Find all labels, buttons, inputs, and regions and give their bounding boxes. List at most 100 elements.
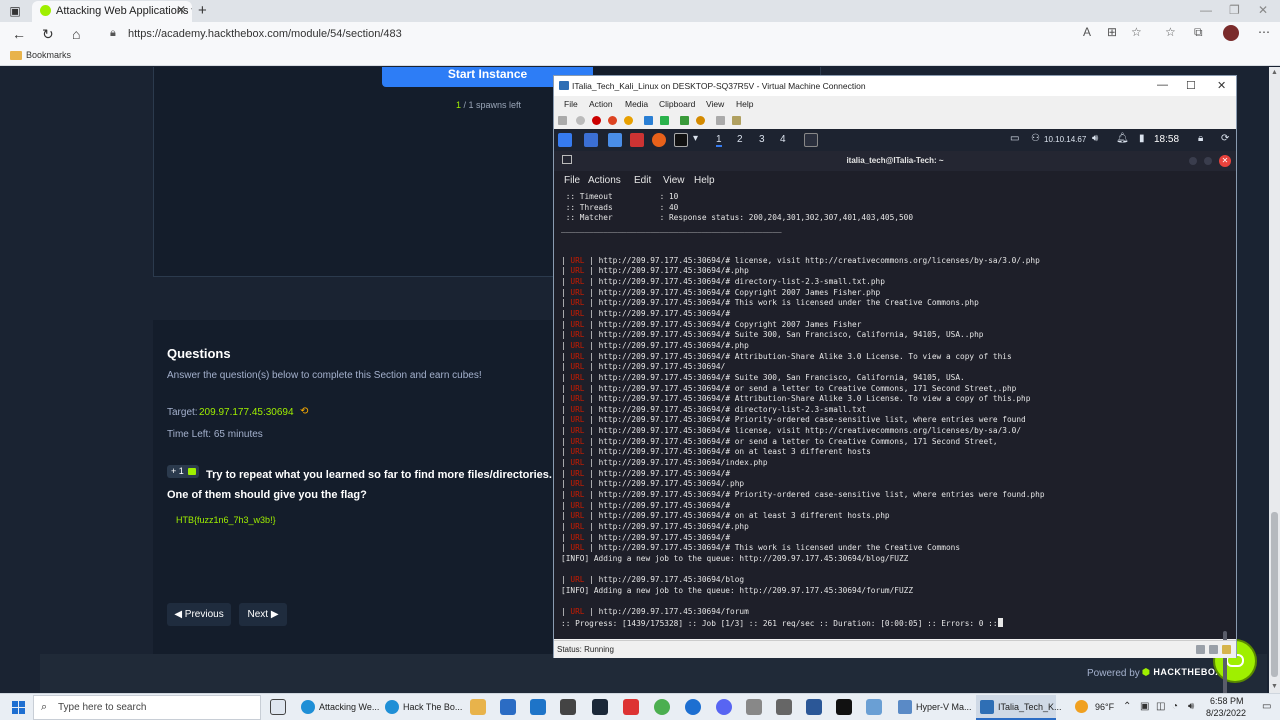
new-tab-icon[interactable]: + bbox=[198, 2, 207, 19]
turn-off-icon[interactable] bbox=[592, 116, 601, 125]
kali-menu-icon[interactable] bbox=[558, 133, 572, 147]
command-prompt-icon[interactable] bbox=[836, 699, 852, 715]
share-icon[interactable] bbox=[732, 116, 741, 125]
vm-menu-file[interactable]: File bbox=[564, 99, 578, 109]
terminal-window-icon[interactable] bbox=[804, 133, 818, 147]
mail-icon[interactable] bbox=[530, 699, 546, 715]
lock-screen-icon[interactable]: 🔒︎ bbox=[1198, 133, 1203, 144]
volume-icon[interactable]: 🔊︎ bbox=[1092, 133, 1098, 144]
terminal-minimize-icon[interactable] bbox=[1189, 157, 1197, 165]
windows-start-icon[interactable] bbox=[12, 701, 25, 714]
network-user-icon[interactable]: ⚇ bbox=[1031, 133, 1040, 144]
stop-icon[interactable] bbox=[576, 116, 585, 125]
store-icon[interactable] bbox=[500, 699, 516, 715]
app-icon[interactable] bbox=[560, 699, 576, 715]
show-hidden-icons[interactable]: ⌃ bbox=[1123, 701, 1131, 712]
remote-desktop-icon[interactable] bbox=[746, 699, 762, 715]
terminal-output[interactable]: :: Timeout : 10 :: Threads : 40 :: Match… bbox=[561, 192, 1221, 628]
display-icon[interactable]: ▭ bbox=[1010, 133, 1019, 144]
home-icon[interactable]: ⌂ bbox=[72, 26, 80, 42]
steam-icon[interactable] bbox=[592, 699, 608, 715]
notepad-icon[interactable] bbox=[866, 699, 882, 715]
back-icon[interactable]: ← bbox=[12, 26, 26, 42]
discord-icon[interactable] bbox=[716, 699, 732, 715]
reload-icon[interactable]: ↻ bbox=[42, 26, 54, 42]
text-editor-icon[interactable] bbox=[630, 133, 644, 147]
ctrl-alt-del-icon[interactable] bbox=[558, 116, 567, 125]
taskbar-app-vm[interactable]: ITalia_Tech_K... bbox=[976, 695, 1062, 720]
vm-menu-help[interactable]: Help bbox=[736, 99, 753, 109]
terminal-maximize-icon[interactable] bbox=[1204, 157, 1212, 165]
terminal-menu-file[interactable]: File bbox=[564, 175, 580, 186]
app-available-icon[interactable]: ⊞ bbox=[1107, 25, 1117, 39]
terminal-menu-view[interactable]: View bbox=[663, 175, 685, 186]
vm-minimize-icon[interactable]: — bbox=[1157, 79, 1168, 91]
network-icon[interactable]: ◔ bbox=[1172, 701, 1178, 712]
next-button[interactable]: Next ▶ bbox=[239, 603, 287, 626]
vm-close-icon[interactable]: ✕ bbox=[1217, 79, 1226, 92]
restore-icon[interactable]: ❐ bbox=[1229, 3, 1240, 17]
taskbar-app-hyperv[interactable]: Hyper-V Ma... bbox=[894, 695, 972, 720]
taskbar-app-edge-1[interactable]: Attacking We... bbox=[297, 695, 379, 720]
system-time[interactable]: 6:58 PM bbox=[1210, 696, 1244, 706]
htb-logo[interactable]: ⬢ HACKTHEBOX bbox=[1142, 667, 1222, 678]
workspace-1[interactable]: 1 bbox=[716, 134, 722, 147]
url-field[interactable]: 🔒︎ https://academy.hackthebox.com/module… bbox=[100, 24, 1230, 44]
save-state-icon[interactable] bbox=[624, 116, 633, 125]
bookmarks-folder[interactable]: Bookmarks bbox=[26, 50, 71, 60]
vpn-icon[interactable] bbox=[685, 699, 701, 715]
shutdown-icon[interactable] bbox=[608, 116, 617, 125]
task-view-icon[interactable] bbox=[270, 699, 286, 715]
tray-app-icon[interactable]: ◫ bbox=[1156, 701, 1165, 712]
target-value[interactable]: 209.97.177.45:30694 bbox=[199, 407, 294, 418]
terminal-close-icon[interactable]: ✕ bbox=[1219, 155, 1231, 167]
favorite-star-icon[interactable]: ☆ bbox=[1131, 25, 1142, 39]
read-aloud-icon[interactable]: A bbox=[1083, 25, 1091, 39]
chrome-icon[interactable] bbox=[654, 699, 670, 715]
vm-menu-media[interactable]: Media bbox=[625, 99, 648, 109]
file-manager-icon[interactable] bbox=[608, 133, 622, 147]
pause-icon[interactable] bbox=[644, 116, 653, 125]
terminal-menu-actions[interactable]: Actions bbox=[588, 175, 621, 186]
checkpoint-icon[interactable] bbox=[680, 116, 689, 125]
firefox-icon[interactable] bbox=[652, 133, 666, 147]
answer-field[interactable]: HTB{fuzz1n6_7h3_w3b!} bbox=[176, 515, 276, 525]
battery-icon[interactable]: ▮ bbox=[1139, 133, 1145, 144]
vm-menu-clipboard[interactable]: Clipboard bbox=[659, 99, 695, 109]
workspace-3[interactable]: 3 bbox=[759, 134, 765, 145]
notifications-icon[interactable]: 🔔︎ bbox=[1116, 133, 1129, 144]
camera-icon[interactable]: ▣ bbox=[1140, 701, 1149, 712]
vm-menu-view[interactable]: View bbox=[706, 99, 724, 109]
weather-temp[interactable]: 96°F bbox=[1095, 702, 1114, 712]
notification-center-icon[interactable]: ▭ bbox=[1262, 701, 1271, 712]
collections-icon[interactable]: ⧉ bbox=[1194, 25, 1203, 40]
enhanced-session-icon[interactable] bbox=[716, 116, 725, 125]
favorites-icon[interactable]: ☆ bbox=[1165, 25, 1176, 39]
revert-icon[interactable] bbox=[696, 116, 705, 125]
weather-icon[interactable] bbox=[1075, 700, 1088, 713]
minimize-icon[interactable]: — bbox=[1200, 3, 1212, 17]
workspace-2[interactable]: 2 bbox=[737, 134, 743, 145]
brave-icon[interactable] bbox=[623, 699, 639, 715]
taskbar-app-edge-2[interactable]: Hack The Bo... bbox=[381, 695, 462, 720]
power-icon[interactable]: ⟳ bbox=[1221, 133, 1229, 144]
system-date[interactable]: 8/23/2022 bbox=[1206, 708, 1246, 718]
tab-actions-icon[interactable]: ▣ bbox=[8, 4, 22, 18]
scroll-up-icon[interactable]: ▲ bbox=[1271, 69, 1278, 76]
tab-close-icon[interactable]: ✕ bbox=[176, 3, 186, 17]
previous-button[interactable]: ◀ Previous bbox=[167, 603, 231, 626]
workspace-4[interactable]: 4 bbox=[780, 134, 786, 145]
terminal-icon[interactable] bbox=[674, 133, 688, 147]
reset-target-icon[interactable]: ⟲ bbox=[300, 406, 308, 417]
visual-studio-icon[interactable] bbox=[806, 699, 822, 715]
scrollbar-thumb[interactable] bbox=[1271, 512, 1278, 677]
keyboard-app-icon[interactable] bbox=[776, 699, 792, 715]
scroll-down-icon[interactable]: ▼ bbox=[1271, 683, 1278, 690]
show-desktop-icon[interactable] bbox=[584, 133, 598, 147]
browser-tab[interactable]: Attacking Web Applications with ✕ bbox=[32, 1, 192, 22]
taskbar-search-box[interactable]: ⌕ Type here to search bbox=[33, 695, 261, 720]
close-window-icon[interactable]: ✕ bbox=[1258, 3, 1268, 17]
terminal-menu-help[interactable]: Help bbox=[694, 175, 715, 186]
lock-icon[interactable]: 🔒︎ bbox=[110, 27, 116, 40]
file-explorer-icon[interactable] bbox=[470, 699, 486, 715]
